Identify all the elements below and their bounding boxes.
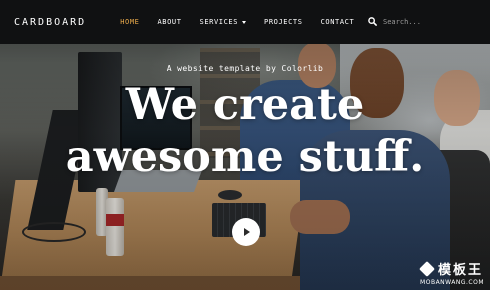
nav-item-contact[interactable]: CONTACT bbox=[321, 18, 355, 26]
brand-logo[interactable]: CARDBOARD bbox=[14, 17, 86, 28]
hero-headline-line-1: We create bbox=[125, 80, 365, 130]
nav-item-projects[interactable]: PROJECTS bbox=[264, 18, 303, 26]
search-icon[interactable] bbox=[368, 13, 377, 31]
nav-item-about[interactable]: ABOUT bbox=[157, 18, 181, 26]
play-icon bbox=[244, 228, 250, 236]
landing-page: CARDBOARD HOME ABOUT SERVICES PROJECTS C… bbox=[0, 0, 490, 290]
nav-item-services[interactable]: SERVICES bbox=[200, 18, 247, 26]
nav-item-label: CONTACT bbox=[320, 18, 355, 26]
search-box bbox=[368, 13, 476, 31]
navbar: CARDBOARD HOME ABOUT SERVICES PROJECTS C… bbox=[0, 0, 490, 44]
chevron-down-icon bbox=[242, 20, 247, 24]
hero-headline-line-2: awesome stuff. bbox=[65, 132, 425, 182]
nav-item-label: HOME bbox=[120, 18, 140, 26]
hero-content: A website template by Colorlib We create… bbox=[0, 60, 490, 183]
nav-item-label: SERVICES bbox=[199, 18, 239, 26]
play-video-button[interactable] bbox=[232, 218, 260, 246]
nav-item-home[interactable]: HOME bbox=[120, 18, 139, 26]
nav-item-label: ABOUT bbox=[157, 18, 182, 26]
nav-item-label: PROJECTS bbox=[264, 18, 303, 26]
hero-tagline: A website template by Colorlib bbox=[166, 64, 324, 73]
watermark-title: 模板王 bbox=[438, 263, 484, 278]
watermark: 模板王 MOBANWANG.COM bbox=[419, 259, 484, 286]
nav-menu: HOME ABOUT SERVICES PROJECTS CONTACT bbox=[120, 18, 354, 26]
watermark-subtitle: MOBANWANG.COM bbox=[420, 279, 484, 286]
search-input[interactable] bbox=[383, 18, 475, 26]
watermark-logo-icon bbox=[419, 260, 435, 277]
hero-headline: We create awesome stuff. bbox=[0, 79, 490, 183]
